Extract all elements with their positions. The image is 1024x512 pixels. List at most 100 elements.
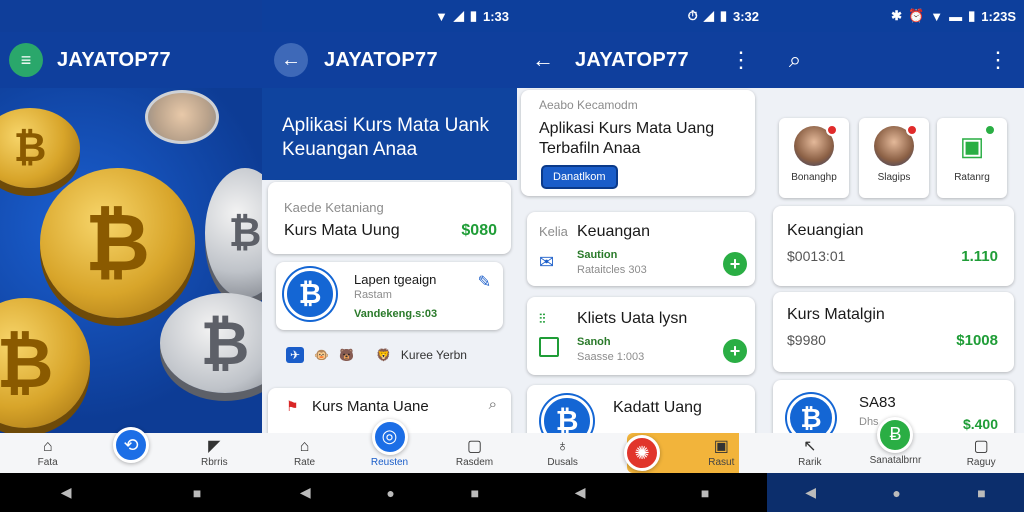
emoji-icon[interactable]: 🦁 (376, 348, 391, 362)
app-bar: ← JAYATOP77 ⋮ (517, 32, 767, 88)
card-title: Keuangian (787, 222, 864, 239)
recents-square-icon[interactable]: ■ (193, 485, 201, 501)
avatar-card[interactable]: Slagips (859, 118, 929, 198)
nav-home[interactable]: ⌂ Fata (18, 438, 78, 468)
avatar (794, 124, 838, 166)
card-title: Kliets Uata lysn (577, 310, 688, 327)
avatar-card[interactable]: Bonanghp (779, 118, 849, 198)
exchange-fab-button[interactable]: ⟲ (112, 427, 149, 463)
avatar-name: Ratanrg (954, 172, 990, 183)
nav-center[interactable]: Ƀ Sanatalbrnr (865, 416, 925, 466)
nav-label: Rbrris (200, 456, 228, 468)
back-triangle-icon[interactable]: ◀ (61, 484, 72, 501)
keuangan-card[interactable]: Kelia Keuangan ✉ Saution Rataitcles 303 … (527, 212, 755, 286)
avatar-card[interactable]: ▣ Ratanrg (937, 118, 1007, 198)
status-bar: ⏱ ◢ ▮ 3:32 (517, 0, 767, 32)
status-clock: 1:33 (482, 8, 509, 24)
home-circle-icon[interactable]: ● (386, 485, 394, 501)
nav-left[interactable]: ♁ Dusals (533, 437, 593, 468)
kurs-card[interactable]: ⫶⫶ Kliets Uata lysn Sanoh Saasse 1:003 + (527, 297, 755, 375)
pencil-icon[interactable]: ✎ (478, 272, 491, 292)
nav-label: Reusten (370, 456, 409, 468)
coin-card[interactable]: ₿ Lapen tgeaign Rastam Vandekeng.s:03 ✎ (276, 262, 503, 330)
notification-badge (826, 124, 838, 136)
recents-square-icon[interactable]: ■ (977, 485, 985, 501)
avatar (874, 124, 918, 166)
rate-card[interactable]: Kurs Matalgin $9980 $1008 (773, 292, 1014, 372)
alarm-icon: ⏰ (908, 8, 925, 23)
status-clock: 1:23S (981, 8, 1016, 24)
avatar-name: Slagips (877, 172, 911, 183)
screen-detail: ▼ ◢ ▮ 1:33 ← JAYATOP77 Aplikasi Kurs Mat… (262, 0, 517, 512)
nav-left[interactable]: ↖ Rarik (780, 437, 840, 468)
back-arrow-icon: ↖ (803, 437, 817, 455)
more-vert-icon[interactable]: ⋮ (980, 42, 1016, 78)
card-title: Kurs Matalgin (787, 306, 885, 323)
back-triangle-icon[interactable]: ◀ (575, 484, 586, 501)
add-icon[interactable]: + (723, 252, 747, 276)
app-icon[interactable]: ✈ (286, 347, 305, 363)
card-subtitle: Kaede Ketaniang (284, 200, 384, 215)
home-outline-icon: ⌂ (299, 437, 310, 455)
nav-label: Rarik (798, 456, 822, 468)
bitcoin-coin-icon: ₿ (40, 168, 195, 318)
more-vert-icon[interactable]: ⋮ (723, 42, 759, 78)
emoji-icon[interactable]: 🐵 (314, 348, 329, 362)
emoji-icon[interactable]: 🐻 (339, 348, 354, 362)
card-title: Kadatt Uang (613, 399, 702, 416)
app-title: JAYATOP77 (324, 48, 438, 71)
status-clock: 3:32 (732, 8, 759, 24)
search-icon[interactable]: ⌕ (777, 42, 813, 78)
battery-icon: ▮ (469, 8, 477, 23)
download-button[interactable]: Danatlkom (541, 165, 618, 189)
card-value: $.400 (962, 416, 998, 432)
nav-right[interactable]: ▢ Raguy (951, 438, 1011, 468)
chat-fab-icon[interactable]: ◎ (371, 418, 408, 455)
card-title: Lapen tgeaign (354, 272, 437, 287)
back-triangle-icon[interactable]: ◀ (300, 484, 311, 501)
intro-card: Aeabo Kecamodm Aplikasi Kurs Mata Uang T… (521, 90, 755, 196)
alarm-icon: ⏱ (687, 8, 698, 23)
screen-list: ⏱ ◢ ▮ 3:32 ← JAYATOP77 ⋮ Aeabo Kecamodm … (517, 0, 767, 512)
notification-badge (984, 124, 996, 136)
nav-right[interactable]: ▢ Rasdem (445, 438, 505, 468)
nav-right[interactable]: ▣ Rasut (691, 437, 751, 468)
app-title: JAYATOP77 (575, 48, 689, 71)
back-arrow-icon[interactable]: ← (525, 42, 561, 78)
rate-card[interactable]: Kaede Ketaniang Kurs Mata Uung $080 (268, 182, 511, 254)
status-bar: ▼ ◢ ▮ 1:33 (262, 0, 517, 32)
card-label: Kelia (539, 224, 568, 239)
flag-icon: ⚑ (286, 398, 299, 414)
card-value: $080 (461, 222, 497, 239)
card-title: SA83 (859, 394, 896, 411)
system-nav: ◀ ● ■ (767, 473, 1024, 512)
mail-icon: ✉ (539, 252, 555, 272)
nav-left[interactable]: ⌂ Rate (275, 437, 335, 468)
bottom-nav: ↖ Rarik Ƀ Sanatalbrnr ▢ Raguy (767, 416, 1024, 473)
balance-card[interactable]: Keuangian $0013:01 1.110 (773, 206, 1014, 286)
recents-square-icon[interactable]: ■ (471, 485, 479, 501)
home-circle-icon[interactable]: ● (892, 485, 900, 501)
card-title: Kurs Manta Uane (312, 398, 429, 415)
currency-fab-icon[interactable]: Ƀ (877, 416, 914, 453)
app-bar: ≡ JAYATOP77 (0, 32, 262, 88)
back-arrow-icon[interactable]: ← (274, 43, 308, 77)
status-icons: ▼ ◢ ▮ 1:33 (435, 8, 509, 24)
card-title-2: Terbafiln Anaa (539, 140, 641, 157)
square-icon: ▣ (713, 437, 729, 455)
stethoscope-icon: ♁ (556, 437, 569, 455)
status-icons: ✱ ⏰ ▼ ▬ ▮ 1:23S (891, 8, 1016, 24)
add-icon[interactable]: + (723, 339, 747, 363)
menu-icon[interactable]: ≡ (9, 43, 43, 77)
bitcoin-coin-icon: ₿ (205, 168, 262, 298)
app-bar: ← JAYATOP77 (262, 32, 517, 88)
search-icon[interactable]: ⌕ (489, 396, 497, 413)
card-title: Keuangan (577, 223, 650, 240)
nav-center[interactable]: ◎ Reusten (360, 418, 420, 468)
status-bar (0, 0, 262, 32)
recents-square-icon[interactable]: ■ (701, 485, 709, 501)
nav-label: Fata (37, 456, 58, 468)
burst-fab-icon[interactable]: ✺ (623, 435, 660, 471)
back-triangle-icon[interactable]: ◀ (805, 484, 816, 501)
nav-right[interactable]: ◤ Rbrris (184, 438, 244, 468)
